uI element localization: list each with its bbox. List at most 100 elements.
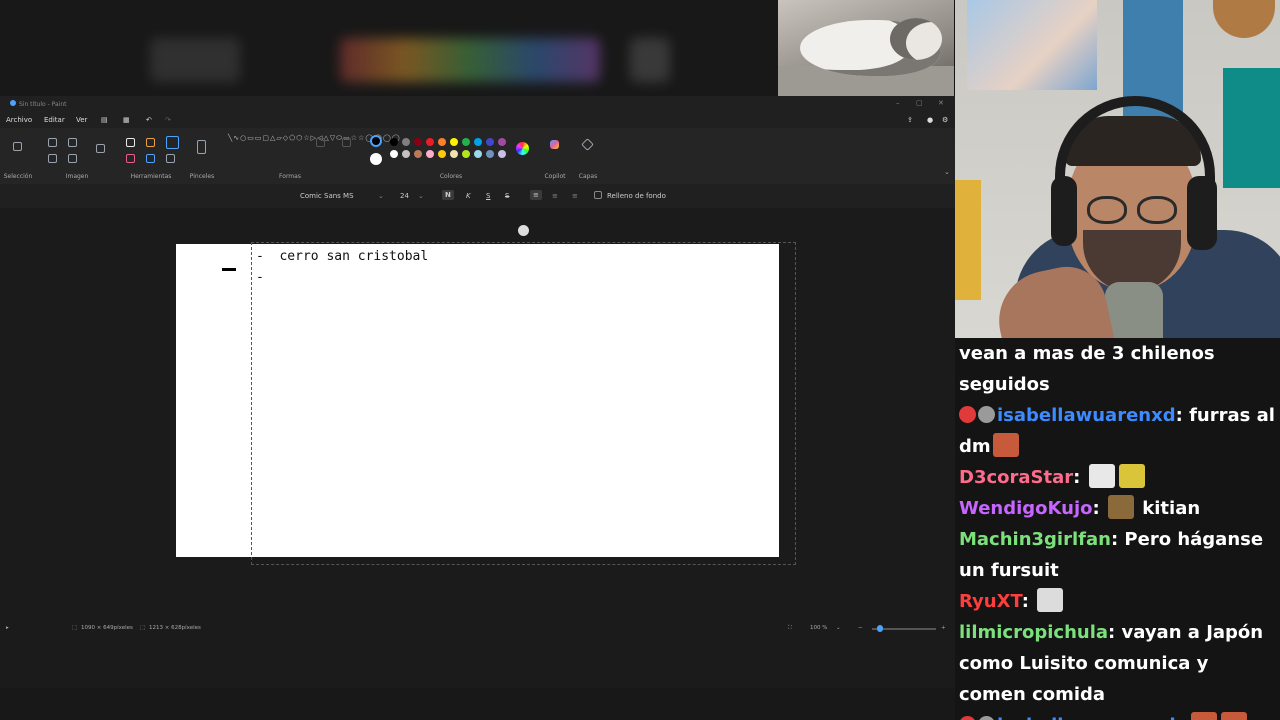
color-swatch[interactable] — [498, 150, 506, 158]
fill-icon[interactable] — [146, 138, 155, 147]
rotate-icon[interactable] — [48, 154, 57, 163]
eraser-icon[interactable] — [126, 154, 135, 163]
color-swatch[interactable] — [426, 138, 434, 146]
flip-icon[interactable] — [68, 154, 77, 163]
chevron-down-icon[interactable]: ⌄ — [944, 168, 950, 176]
emote-icon — [1118, 464, 1145, 488]
fit-icon[interactable]: ⛶ — [788, 625, 792, 632]
layout-icon[interactable]: ▦ — [123, 116, 130, 124]
brush-icon[interactable] — [197, 140, 206, 154]
color-swatch[interactable] — [474, 138, 482, 146]
minimize-icon[interactable]: – — [896, 99, 900, 107]
canvas-size-icon: ⬚ — [72, 625, 78, 631]
color-swatch[interactable] — [486, 138, 494, 146]
edit-colors-icon[interactable] — [516, 142, 529, 155]
color-swatch[interactable] — [450, 138, 458, 146]
color-swatch[interactable] — [402, 150, 410, 158]
chat-username[interactable]: Machin3girlfan — [959, 529, 1111, 550]
chat-username[interactable]: RyuXT — [959, 591, 1022, 612]
color-swatch[interactable] — [438, 138, 446, 146]
group-label: Selección — [3, 173, 33, 180]
color-swatch[interactable] — [390, 150, 398, 158]
undo-icon[interactable]: ↶ — [146, 116, 152, 124]
text-tool-icon[interactable] — [166, 136, 179, 149]
italic-button[interactable]: K — [466, 192, 471, 200]
chat-username[interactable]: isabellawuarenxd — [997, 405, 1176, 426]
align-left-icon[interactable]: ≡ — [530, 190, 542, 200]
selection-icon[interactable] — [13, 142, 22, 151]
magnifier-icon[interactable] — [166, 154, 175, 163]
crop-icon[interactable] — [48, 138, 57, 147]
secondary-color-swatch[interactable] — [370, 153, 382, 165]
font-family-select[interactable]: Comic Sans MS — [300, 192, 354, 200]
color-swatch[interactable] — [462, 150, 470, 158]
group-herramientas[interactable]: Herramientas — [120, 128, 182, 184]
chat-username[interactable]: D3coraStar — [959, 467, 1073, 488]
emote-icon — [1191, 712, 1218, 720]
text-selection-box[interactable] — [251, 242, 796, 565]
save-icon[interactable]: ▤ — [101, 116, 108, 124]
copilot-icon[interactable] — [550, 140, 559, 149]
color-picker-icon[interactable] — [146, 154, 155, 163]
color-swatch[interactable] — [462, 138, 470, 146]
zoom-level[interactable]: 100 % — [810, 625, 827, 631]
color-swatch[interactable] — [402, 138, 410, 146]
emote-icon — [1037, 588, 1064, 612]
redo-icon[interactable]: ↷ — [165, 116, 171, 124]
bold-button[interactable]: N — [442, 190, 454, 200]
chevron-down-icon[interactable]: ⌄ — [378, 192, 384, 200]
chat-username[interactable]: lilmicropichula — [959, 622, 1108, 643]
group-copilot[interactable]: Copilot — [540, 128, 570, 184]
chat-username[interactable]: WendigoKujo — [959, 498, 1093, 519]
image-props-icon[interactable] — [96, 144, 105, 153]
group-label: Formas — [279, 173, 301, 180]
fill-bg-checkbox[interactable] — [594, 191, 602, 199]
fill-shape-icon[interactable] — [342, 138, 351, 147]
strikethrough-button[interactable]: S — [505, 192, 509, 200]
color-swatch[interactable] — [486, 150, 494, 158]
color-swatch[interactable] — [450, 150, 458, 158]
underline-button[interactable]: S — [486, 192, 490, 200]
share-icon[interactable]: ⇪ — [907, 116, 913, 124]
font-size-select[interactable]: 24 — [400, 192, 409, 200]
color-swatch[interactable] — [390, 138, 398, 146]
outline-icon[interactable] — [316, 138, 325, 147]
menu-ver[interactable]: Ver — [76, 116, 87, 124]
color-swatch[interactable] — [426, 150, 434, 158]
close-icon[interactable]: ✕ — [938, 99, 944, 107]
color-swatch[interactable] — [414, 138, 422, 146]
rotate-handle-icon[interactable] — [518, 225, 529, 236]
primary-color-swatch[interactable] — [370, 135, 382, 147]
ribbon: Selección Imagen Herramientas Pinceles ╲… — [0, 128, 955, 184]
align-center-icon[interactable]: ≡ — [552, 192, 558, 200]
chevron-down-icon[interactable]: ⌄ — [836, 625, 841, 631]
shapes-icon[interactable]: ╲∿○▭▭▢△▱◇⬠⬡☆▷◁△▽⬭▭☆☆◯◯◯◯ — [228, 134, 400, 143]
group-capas[interactable]: Capas — [574, 128, 602, 184]
color-swatch[interactable] — [474, 150, 482, 158]
zoom-out-icon[interactable]: − — [858, 625, 863, 631]
color-swatch[interactable] — [414, 150, 422, 158]
group-imagen[interactable]: Imagen — [44, 128, 110, 184]
group-pinceles[interactable]: Pinceles — [188, 128, 216, 184]
chevron-down-icon[interactable]: ⌄ — [418, 192, 424, 200]
pencil-icon[interactable] — [126, 138, 135, 147]
menu-archivo[interactable]: Archivo — [6, 116, 32, 124]
group-formas[interactable]: ╲∿○▭▭▢△▱◇⬠⬡☆▷◁△▽⬭▭☆☆◯◯◯◯ Formas — [224, 128, 400, 184]
selection-size-icon: ⬚ — [140, 625, 146, 631]
maximize-icon[interactable]: ▢ — [916, 99, 923, 107]
align-right-icon[interactable]: ≡ — [572, 192, 578, 200]
zoom-slider-thumb[interactable] — [877, 625, 883, 632]
zoom-in-icon[interactable]: + — [941, 625, 946, 631]
color-swatch[interactable] — [498, 138, 506, 146]
resize-icon[interactable] — [68, 138, 77, 147]
group-seleccion[interactable]: Selección — [0, 128, 36, 184]
chat-username[interactable]: isabellawuarenxd — [997, 715, 1176, 720]
settings-icon[interactable]: ⚙ — [942, 116, 948, 124]
color-swatch[interactable] — [438, 150, 446, 158]
chat-message-text: kitian — [1142, 498, 1201, 519]
group-colores[interactable]: Colores — [366, 128, 536, 184]
menu-editar[interactable]: Editar — [44, 116, 65, 124]
layers-icon[interactable] — [581, 138, 594, 151]
account-icon[interactable]: ● — [927, 116, 933, 124]
canvas-text[interactable]: - cerro san cristobal - — [256, 246, 428, 288]
